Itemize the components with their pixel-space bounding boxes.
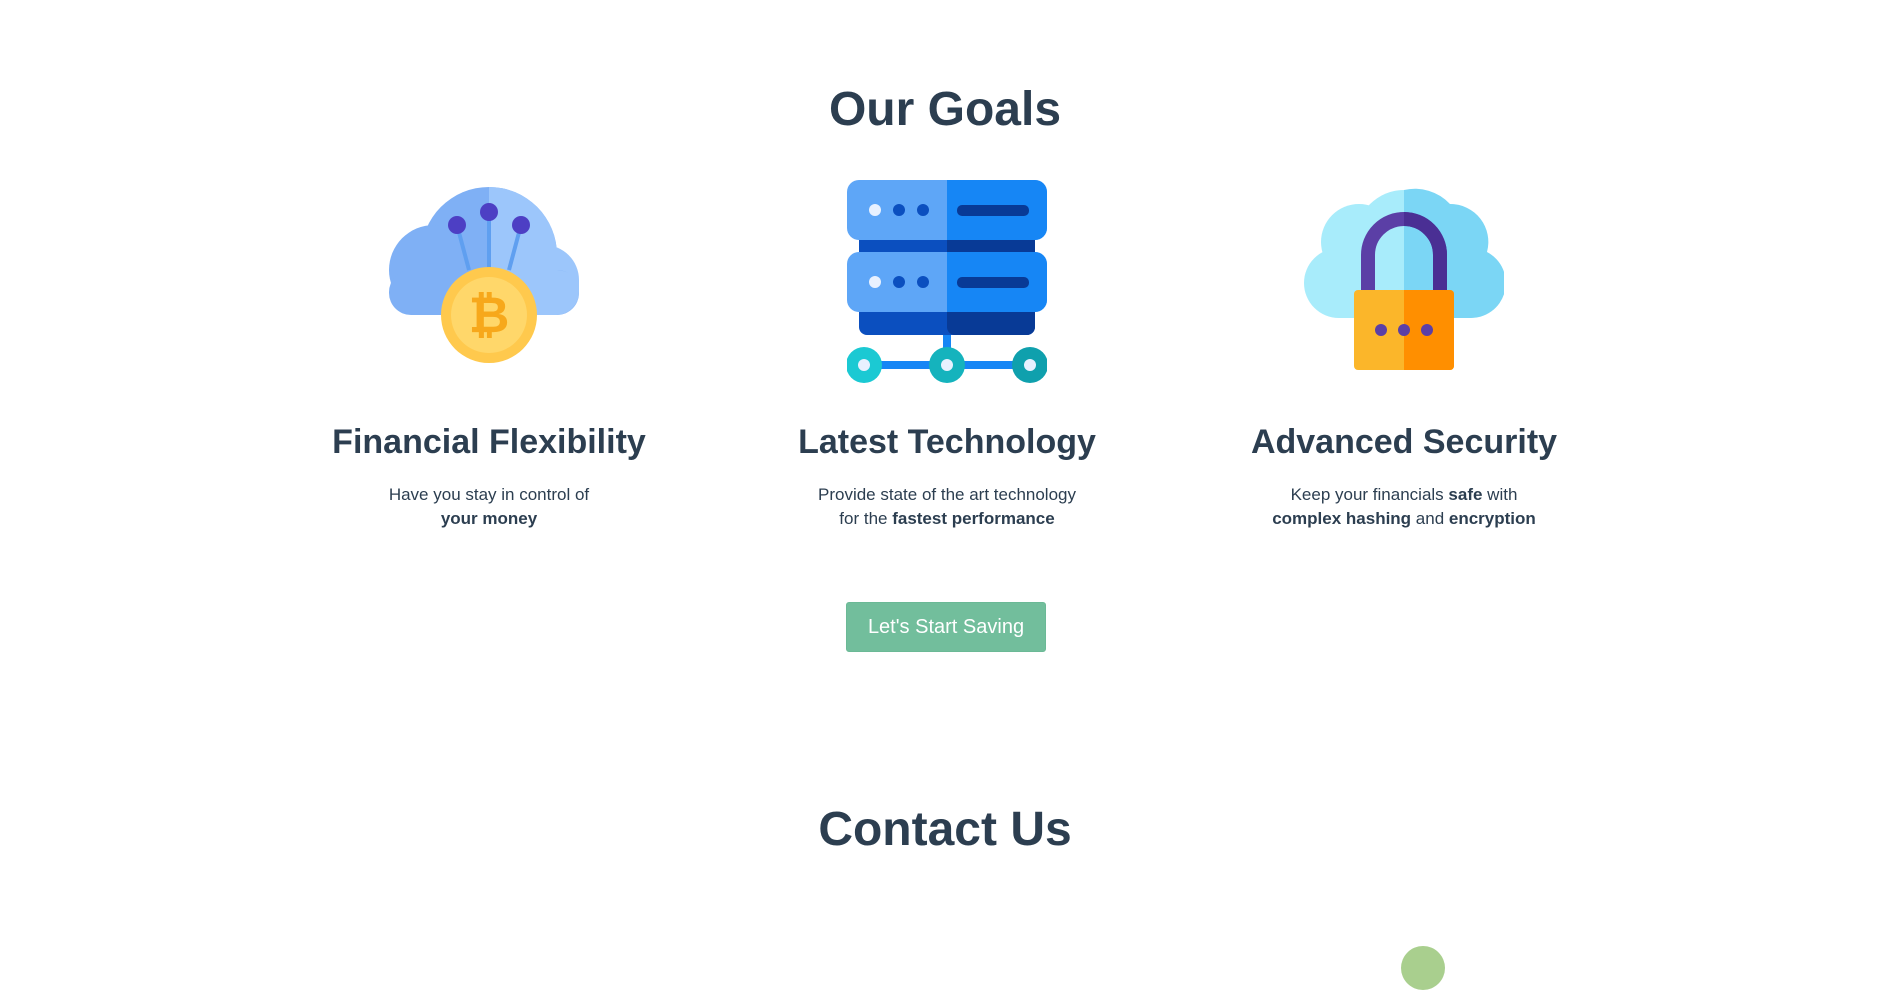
goals-title: Our Goals — [828, 83, 1062, 136]
emphasis-text: your money — [440, 509, 538, 528]
leaf-decoration-icon — [1401, 946, 1445, 990]
goal-title: Financial Flexibility — [332, 423, 646, 461]
goal-description: Keep your financials safe with complex ha… — [1194, 483, 1614, 531]
goal-description: Provide state of the art technology for t… — [737, 483, 1157, 531]
svg-text:₿: ₿ — [469, 286, 510, 344]
bitcoin-cloud-icon: ₿ — [389, 180, 589, 390]
server-network-icon — [847, 180, 1047, 390]
cloud-lock-icon — [1304, 180, 1504, 390]
emphasis-text: encryption — [1448, 509, 1536, 528]
goal-title: Latest Technology — [798, 423, 1096, 461]
start-saving-button[interactable]: Let's Start Saving — [846, 602, 1046, 652]
goal-title: Advanced Security — [1250, 423, 1558, 461]
description-text: for the — [839, 509, 893, 528]
goal-description: Have you stay in control of your money — [279, 483, 699, 531]
emphasis-text: fastest performance — [892, 509, 1055, 528]
description-text: Keep your financials — [1290, 485, 1449, 504]
description-text: Have you stay in control of — [388, 485, 590, 504]
emphasis-text: safe — [1448, 485, 1483, 504]
emphasis-text: complex hashing — [1272, 509, 1412, 528]
description-text: with — [1482, 485, 1518, 504]
description-text: and — [1411, 509, 1449, 528]
contact-title: Contact Us — [818, 803, 1072, 856]
description-text: Provide state of the art technology — [818, 485, 1076, 504]
